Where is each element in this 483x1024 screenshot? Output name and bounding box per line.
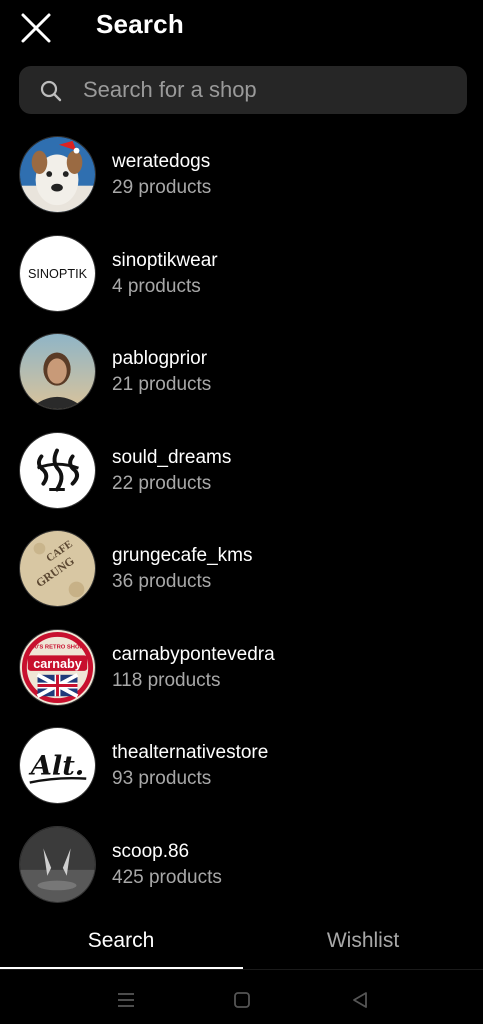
menu-icon bbox=[118, 993, 134, 1007]
shop-list: weratedogs 29 products SINOPTIK sinoptik… bbox=[0, 126, 483, 914]
close-button[interactable] bbox=[18, 10, 54, 46]
ink-logo bbox=[20, 432, 95, 508]
sinoptik-logo-text: SINOPTIK bbox=[28, 266, 88, 280]
system-nav-bar bbox=[0, 975, 483, 1024]
search-icon bbox=[40, 80, 62, 102]
tab-search[interactable]: Search bbox=[0, 920, 242, 970]
square-icon bbox=[234, 992, 250, 1008]
search-bar[interactable] bbox=[19, 66, 467, 114]
list-item[interactable]: scoop.86 425 products bbox=[0, 816, 483, 915]
shop-name: scoop.86 bbox=[112, 840, 190, 862]
avatar: 60'S RETRO SHOP carnaby bbox=[19, 628, 96, 706]
alt-logo: Alt. bbox=[20, 728, 95, 803]
alt-logo-text: Alt. bbox=[28, 750, 85, 782]
product-count: 93 products bbox=[112, 768, 212, 789]
list-item[interactable]: Alt. thealternativestore 93 products bbox=[0, 717, 483, 816]
shop-name: grungecafe_kms bbox=[112, 545, 253, 566]
avatar bbox=[19, 136, 96, 213]
avatar: SINOPTIK bbox=[19, 234, 96, 312]
tab-bar: Search Wishlist bbox=[0, 920, 483, 970]
scoop-photo bbox=[20, 826, 95, 902]
list-item[interactable]: 60'S RETRO SHOP carnaby carnabypontevedr… bbox=[0, 619, 483, 718]
page-title: Search bbox=[96, 9, 184, 39]
avatar bbox=[19, 431, 96, 509]
list-item[interactable]: sould_dreams 22 products bbox=[0, 422, 483, 521]
tab-wishlist[interactable]: Wishlist bbox=[242, 920, 483, 970]
grunge-logo: CAFE GRUNG bbox=[20, 531, 95, 606]
product-count: 4 products bbox=[112, 275, 201, 297]
shop-name: thealternativestore bbox=[112, 742, 269, 763]
product-count: 29 products bbox=[112, 177, 212, 198]
dog-photo bbox=[20, 137, 95, 212]
list-item[interactable]: SINOPTIK sinoptikwear 4 products bbox=[0, 225, 483, 324]
person-photo bbox=[20, 334, 95, 409]
search-input[interactable] bbox=[83, 66, 453, 114]
sinoptik-logo: SINOPTIK bbox=[20, 235, 95, 311]
avatar bbox=[19, 333, 96, 410]
product-count: 21 products bbox=[112, 374, 212, 395]
list-item[interactable]: pablogprior 21 products bbox=[0, 323, 483, 422]
carnaby-logo: 60'S RETRO SHOP carnaby bbox=[20, 629, 95, 705]
divider bbox=[0, 969, 483, 970]
shop-name: sould_dreams bbox=[112, 446, 232, 468]
product-count: 425 products bbox=[112, 866, 222, 888]
shop-name: weratedogs bbox=[112, 151, 211, 172]
nav-back-button[interactable] bbox=[349, 989, 371, 1011]
product-count: 36 products bbox=[112, 571, 212, 592]
nav-menu-button[interactable] bbox=[115, 989, 137, 1011]
list-item[interactable]: weratedogs 29 products bbox=[0, 126, 483, 225]
shop-name: sinoptikwear bbox=[112, 249, 218, 271]
carnaby-logo-text: carnaby bbox=[33, 656, 82, 670]
avatar: CAFE GRUNG bbox=[19, 530, 96, 607]
avatar: Alt. bbox=[19, 727, 96, 804]
carnaby-logo-tagline: 60'S RETRO SHOP bbox=[32, 644, 84, 650]
back-triangle-icon bbox=[353, 992, 367, 1008]
shop-name: carnabypontevedra bbox=[112, 643, 275, 665]
shop-name: pablogprior bbox=[112, 348, 208, 369]
nav-home-button[interactable] bbox=[231, 989, 253, 1011]
product-count: 118 products bbox=[112, 669, 221, 691]
list-item[interactable]: CAFE GRUNG grungecafe_kms 36 products bbox=[0, 520, 483, 619]
avatar bbox=[19, 825, 96, 903]
header: Search bbox=[0, 0, 483, 56]
product-count: 22 products bbox=[112, 472, 212, 494]
close-icon bbox=[21, 13, 51, 43]
